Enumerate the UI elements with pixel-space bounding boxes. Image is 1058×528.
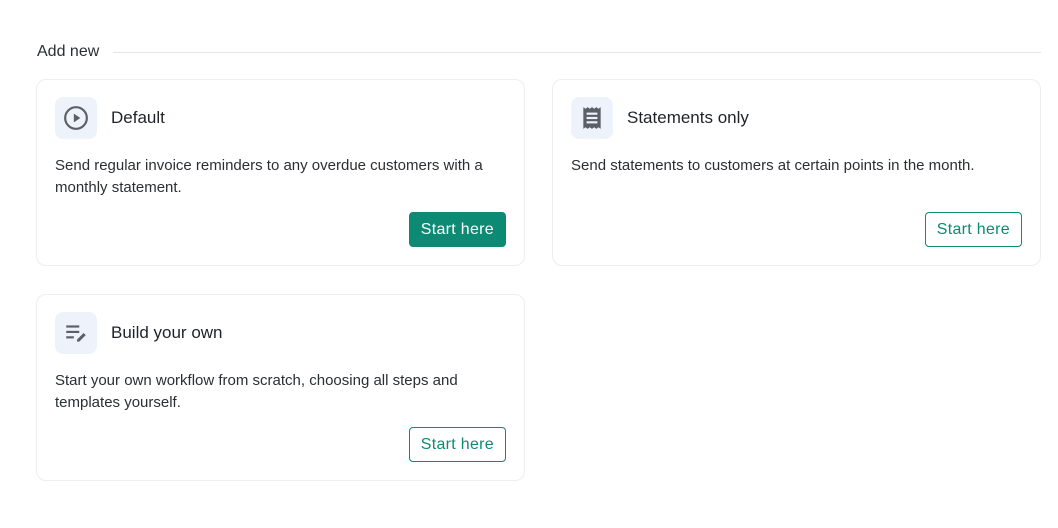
workflow-card-default: Default Send regular invoice reminders t… <box>36 79 525 266</box>
section-header: Add new <box>37 42 1041 62</box>
start-here-button[interactable]: Start here <box>924 212 1022 247</box>
card-title: Statements only <box>627 108 749 127</box>
section-title: Add new <box>37 43 100 60</box>
workflow-card-statements-only: Statements only Send statements to custo… <box>552 79 1041 266</box>
workflow-card-build-your-own: Build your own Start your own workflow f… <box>36 294 525 481</box>
card-description: Start your own workflow from scratch, ch… <box>55 372 458 411</box>
card-title: Default <box>111 108 165 127</box>
start-here-button[interactable]: Start here <box>408 427 506 462</box>
edit-list-icon <box>55 312 97 354</box>
card-description: Send statements to customers at certain … <box>571 157 975 174</box>
start-here-button[interactable]: Start here <box>408 212 506 247</box>
receipt-icon <box>571 97 613 139</box>
section-divider <box>113 51 1041 53</box>
card-description: Send regular invoice reminders to any ov… <box>55 157 483 196</box>
play-circle-icon <box>55 97 97 139</box>
card-title: Build your own <box>111 323 223 342</box>
